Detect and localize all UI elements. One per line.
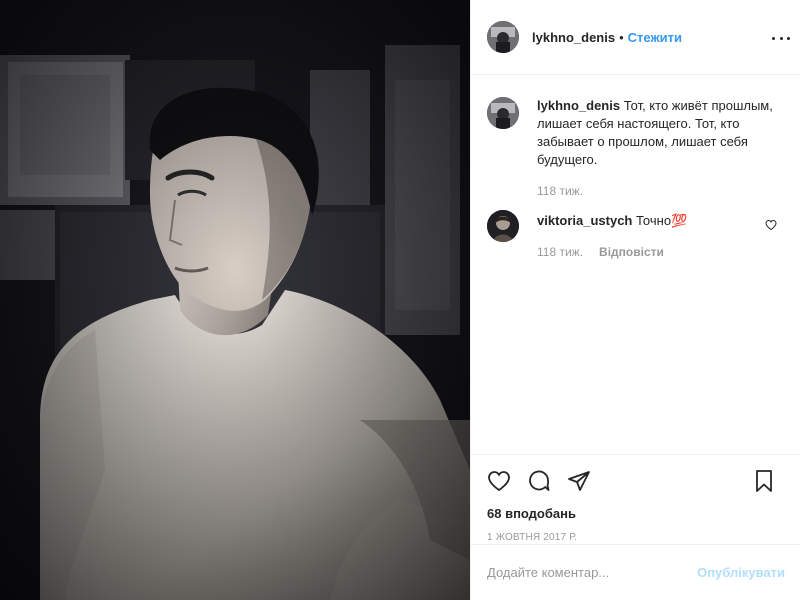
like-heart-icon[interactable] <box>486 468 512 494</box>
author-avatar[interactable] <box>487 21 519 53</box>
caption-meta: 118 тиж. <box>537 184 785 198</box>
share-paper-plane-icon[interactable] <box>566 468 592 494</box>
author-username[interactable]: lykhno_denis <box>532 30 615 45</box>
comment-meta: 118 тиж. Відповісти <box>537 245 785 259</box>
comment-text-block: viktoria_ustych Точно💯 <box>537 210 785 230</box>
commenter-avatar[interactable] <box>487 210 519 242</box>
header-separator: • <box>619 29 624 45</box>
comments-list[interactable]: lykhno_denis Тот, кто живёт прошлым, лиш… <box>471 76 800 454</box>
comment-like-heart-icon[interactable] <box>765 219 777 231</box>
more-options-icon[interactable] <box>771 28 791 48</box>
comment-input[interactable] <box>487 565 698 580</box>
caption-comment: lykhno_denis Тот, кто живёт прошлым, лиш… <box>487 97 785 198</box>
post-photo[interactable] <box>0 0 470 600</box>
post-date[interactable]: 1 жовтня 2017 р. <box>487 532 785 543</box>
post-actions: 68 вподобань 1 жовтня 2017 р. <box>471 454 800 543</box>
follow-button[interactable]: Стежити <box>628 30 682 45</box>
publish-button[interactable]: Опублікувати <box>697 565 785 580</box>
caption-text-block: lykhno_denis Тот, кто живёт прошлым, лиш… <box>537 97 787 169</box>
caption-time[interactable]: 118 тиж. <box>537 184 583 198</box>
avatar-image-icon <box>487 97 519 129</box>
add-comment-bar: Опублікувати <box>471 544 800 600</box>
likes-count[interactable]: 68 вподобань <box>487 506 785 521</box>
action-icons-row <box>487 459 785 503</box>
instagram-post-modal: lykhno_denis • Стежити lykhno_denis Тот,… <box>0 0 800 600</box>
post-header: lykhno_denis • Стежити <box>471 0 800 75</box>
avatar-image-icon <box>487 21 519 53</box>
caption-author-avatar[interactable] <box>487 97 519 129</box>
comment-time[interactable]: 118 тиж. <box>537 245 583 259</box>
comment-item: viktoria_ustych Точно💯 118 тиж. Відповіс… <box>487 210 785 259</box>
comment-username[interactable]: viktoria_ustych <box>537 213 632 228</box>
post-photo-image <box>0 0 470 600</box>
avatar-image-icon <box>487 210 519 242</box>
comment-bubble-icon[interactable] <box>526 468 552 494</box>
caption-username[interactable]: lykhno_denis <box>537 98 620 113</box>
post-sidebar: lykhno_denis • Стежити lykhno_denis Тот,… <box>470 0 800 600</box>
save-bookmark-icon[interactable] <box>751 468 777 494</box>
comment-text: Точно💯 <box>636 213 688 228</box>
reply-button[interactable]: Відповісти <box>599 245 664 259</box>
